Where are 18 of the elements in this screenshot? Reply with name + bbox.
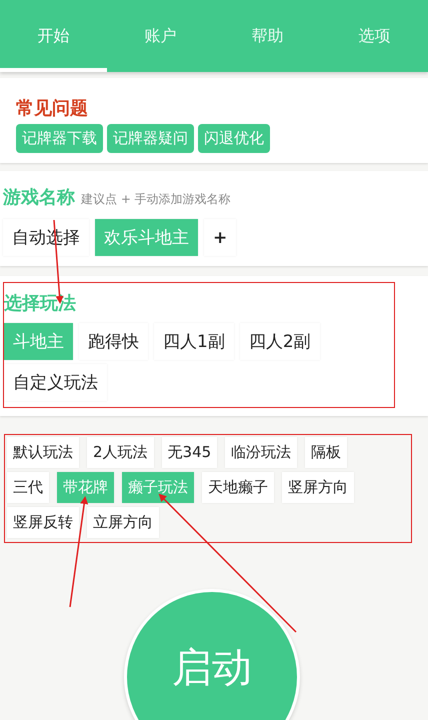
option-chip[interactable]: 三代	[7, 472, 49, 503]
mode-chip[interactable]: 跑得快	[79, 323, 148, 360]
option-chip[interactable]: 立屏方向	[87, 507, 159, 538]
option-chip[interactable]: 天地癞子	[202, 472, 274, 503]
option-chip[interactable]: 2人玩法	[87, 437, 154, 468]
option-chip[interactable]: 竖屏反转	[7, 507, 79, 538]
option-chip[interactable]: 临汾玩法	[225, 437, 298, 468]
mode-chip[interactable]: 四人1副	[154, 323, 234, 360]
mode-chip[interactable]: 自定义玩法	[4, 364, 107, 401]
section-title: 游戏名称	[3, 186, 75, 209]
mode-chip[interactable]: 四人2副	[240, 323, 320, 360]
hint-text: 建议点 + 手动添加游戏名称	[81, 191, 231, 208]
add-button[interactable]: +	[204, 219, 236, 256]
option-chip[interactable]: 隔板	[305, 437, 348, 468]
option-chip[interactable]: 默认玩法	[7, 437, 79, 468]
option-chip[interactable]: 竖屏方向	[282, 472, 354, 503]
option-chip[interactable]: 无345	[162, 437, 218, 468]
section-title: 常见问题	[16, 97, 89, 120]
